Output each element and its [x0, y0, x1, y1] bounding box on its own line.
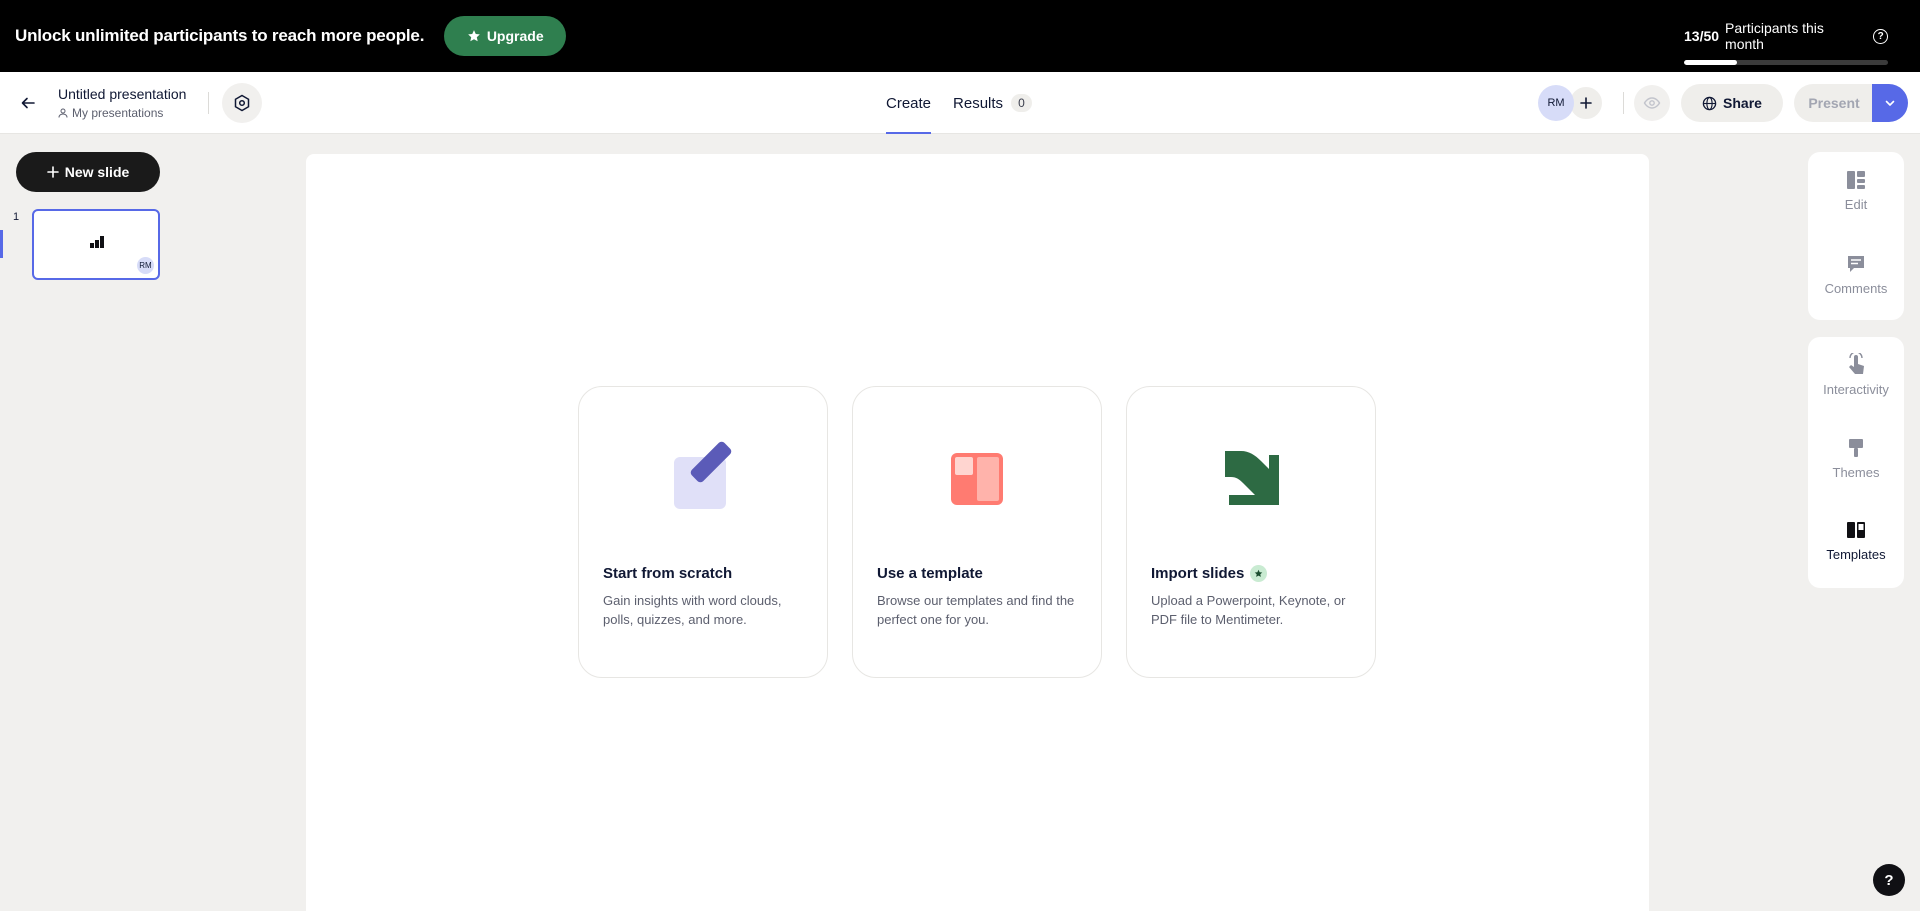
- title-block: Untitled presentation My presentations: [58, 86, 186, 120]
- settings-icon: [234, 94, 250, 112]
- themes-label: Themes: [1832, 465, 1880, 480]
- participants-meter: 13/50 Participants this month ?: [1684, 20, 1888, 65]
- interactivity-icon: [1849, 353, 1864, 374]
- slide-avatar: RM: [137, 257, 154, 274]
- presentation-title[interactable]: Untitled presentation: [58, 86, 186, 102]
- card-title: Start from scratch: [603, 565, 733, 582]
- folder-link[interactable]: My presentations: [58, 106, 186, 120]
- header-divider: [208, 92, 209, 114]
- star-icon: [1255, 569, 1263, 577]
- slide-thumbnail[interactable]: RM: [32, 209, 160, 280]
- interactivity-label: Interactivity: [1823, 382, 1889, 397]
- import-slides-card[interactable]: Import slides Upload a Powerpoint, Keyno…: [1126, 386, 1376, 678]
- comments-label: Comments: [1824, 281, 1888, 296]
- themes-icon: [1849, 439, 1863, 457]
- use-template-card[interactable]: Use a template Browse our templates and …: [852, 386, 1102, 678]
- themes-panel-button[interactable]: Themes: [1808, 438, 1904, 480]
- comments-icon: [1848, 256, 1864, 272]
- active-slide-indicator: [0, 230, 3, 258]
- card-title: Import slides: [1151, 565, 1268, 582]
- card-description: Upload a Powerpoint, Keynote, or PDF fil…: [1151, 593, 1346, 627]
- comments-panel-button[interactable]: Comments: [1808, 254, 1904, 296]
- pencil-square-icon: [674, 441, 732, 509]
- new-slide-button[interactable]: New slide: [16, 152, 160, 192]
- header-divider: [1623, 92, 1624, 114]
- edit-icon: [1847, 171, 1865, 189]
- right-panel-group-bottom: Interactivity Themes Templates: [1808, 337, 1904, 588]
- chevron-down-icon: [1885, 100, 1895, 106]
- card-description: Browse our templates and find the perfec…: [877, 593, 1075, 627]
- help-button[interactable]: ?: [1873, 864, 1905, 896]
- avatar[interactable]: RM: [1538, 85, 1574, 121]
- slide-number: 1: [13, 211, 20, 223]
- preview-button[interactable]: [1634, 85, 1670, 121]
- present-options-button[interactable]: [1872, 84, 1908, 122]
- upgrade-button[interactable]: Upgrade: [444, 16, 567, 56]
- help-icon[interactable]: ?: [1873, 28, 1888, 44]
- participants-progress-fill: [1684, 60, 1738, 65]
- present-button[interactable]: Present: [1794, 84, 1874, 122]
- arrow-left-icon: [21, 97, 35, 109]
- upgrade-label: Upgrade: [486, 28, 544, 44]
- edit-label: Edit: [1844, 197, 1868, 212]
- plus-icon: [46, 166, 59, 178]
- back-button[interactable]: [14, 89, 42, 117]
- new-slide-label: New slide: [64, 164, 130, 180]
- bar-chart-icon: [90, 236, 104, 248]
- templates-panel-button[interactable]: Templates: [1808, 520, 1904, 562]
- card-title: Use a template: [877, 565, 983, 582]
- templates-label: Templates: [1826, 547, 1886, 562]
- tab-results[interactable]: Results 0: [953, 72, 1032, 134]
- star-icon: [467, 30, 480, 42]
- tab-create-label: Create: [886, 94, 932, 112]
- slide-canvas: Start from scratch Gain insights with wo…: [306, 154, 1649, 911]
- participants-count: 13/50: [1684, 28, 1720, 44]
- settings-button[interactable]: [222, 83, 262, 123]
- tab-create[interactable]: Create: [886, 72, 932, 134]
- globe-icon: [1702, 96, 1717, 110]
- share-label: Share: [1723, 95, 1762, 111]
- start-from-scratch-card[interactable]: Start from scratch Gain insights with wo…: [578, 386, 828, 678]
- right-panel-group-top: Edit Comments: [1808, 152, 1904, 320]
- card-description: Gain insights with word clouds, polls, q…: [603, 593, 782, 627]
- template-icon: [951, 453, 1003, 505]
- folder-label: My presentations: [72, 106, 164, 120]
- banner-text: Unlock unlimited participants to reach m…: [15, 26, 425, 45]
- results-count-badge: 0: [1011, 94, 1032, 112]
- upgrade-banner: Unlock unlimited participants to reach m…: [0, 0, 1920, 72]
- interactivity-panel-button[interactable]: Interactivity: [1808, 353, 1904, 397]
- import-arrow-icon: [1225, 451, 1279, 505]
- tab-results-label: Results: [953, 94, 1004, 112]
- participants-progress-track: [1684, 60, 1888, 65]
- editor-header: Untitled presentation My presentations C…: [0, 72, 1920, 134]
- share-button[interactable]: Share: [1681, 84, 1783, 122]
- templates-icon: [1847, 522, 1865, 538]
- edit-panel-button[interactable]: Edit: [1808, 170, 1904, 212]
- mode-tabs: Create Results 0: [886, 72, 1032, 134]
- premium-badge: [1250, 565, 1268, 582]
- user-icon: [58, 108, 68, 118]
- participants-label: Participants this month: [1725, 20, 1824, 52]
- eye-icon: [1643, 97, 1661, 109]
- plus-icon: [1580, 97, 1592, 109]
